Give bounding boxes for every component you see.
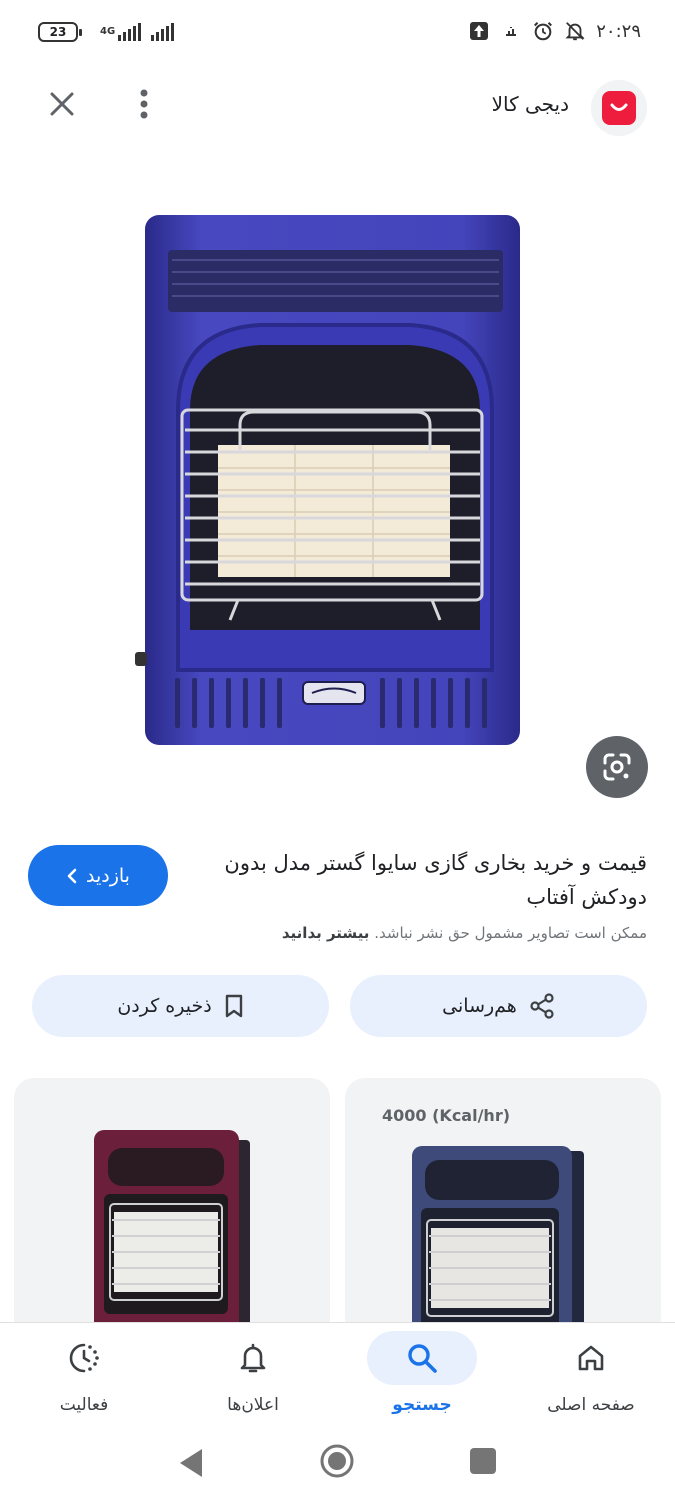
home-icon <box>578 1345 604 1371</box>
app-notification-icon <box>500 20 522 42</box>
network-type: 4G <box>100 26 116 37</box>
bottom-navigation: صفحه اصلی جستجو اعلان‌ها <box>0 1322 675 1434</box>
result-title[interactable]: قیمت و خرید بخاری گازی سایوا گستر مدل بد… <box>217 846 647 914</box>
share-icon <box>530 993 554 1019</box>
nav-activity-label: فعالیت <box>59 1395 109 1415</box>
more-vert-icon <box>140 89 148 119</box>
header: دیجی کالا <box>0 70 675 140</box>
status-bar: 23 4G ۲۰:۲۹ <box>0 0 675 70</box>
save-button[interactable]: ذخیره کردن <box>32 975 329 1037</box>
bell-icon <box>240 1343 266 1373</box>
nav-notifications[interactable]: اعلان‌ها <box>169 1323 337 1435</box>
signal-icon <box>118 23 142 41</box>
share-button[interactable]: هم‌رسانی <box>350 975 647 1037</box>
bookmark-icon <box>225 994 242 1018</box>
back-icon[interactable] <box>176 1446 206 1480</box>
share-label: هم‌رسانی <box>442 995 517 1017</box>
recents-icon[interactable] <box>470 1448 496 1474</box>
product-image[interactable] <box>130 200 540 760</box>
nav-notifications-label: اعلان‌ها <box>227 1395 279 1415</box>
google-lens-icon <box>603 753 631 781</box>
battery-indicator: 23 <box>38 22 82 42</box>
nav-search-label: جستجو <box>392 1395 452 1415</box>
related-image-card[interactable]: 4000 (Kcal/hr) <box>345 1078 661 1338</box>
related-caption: 4000 (Kcal/hr) <box>382 1106 511 1125</box>
nav-activity[interactable]: فعالیت <box>0 1323 168 1435</box>
learn-more-link[interactable]: بیشتر بدانید <box>282 924 370 942</box>
upload-icon <box>468 20 490 42</box>
close-button[interactable] <box>42 84 82 124</box>
clock: ۲۰:۲۹ <box>596 20 641 42</box>
visit-label: بازدید <box>86 864 130 887</box>
more-options-button[interactable] <box>124 84 164 124</box>
site-logo[interactable] <box>591 80 647 136</box>
signal-2-icon <box>151 23 175 41</box>
visit-button[interactable]: بازدید <box>28 845 168 906</box>
system-navigation <box>0 1434 675 1500</box>
bell-off-icon <box>564 20 586 42</box>
nav-home[interactable]: صفحه اصلی <box>507 1323 675 1435</box>
chevron-left-icon <box>67 868 77 883</box>
search-icon <box>408 1344 437 1373</box>
lens-button[interactable] <box>586 736 648 798</box>
save-label: ذخیره کردن <box>117 995 212 1017</box>
disclaimer-text: ممکن است تصاویر مشمول حق نشر نباشد. <box>374 924 647 942</box>
alarm-icon <box>532 20 554 42</box>
digikala-logo <box>602 91 636 125</box>
related-image-card[interactable] <box>14 1078 330 1338</box>
site-name[interactable]: دیجی کالا <box>492 92 569 116</box>
close-icon <box>50 92 74 116</box>
activity-icon <box>69 1343 99 1373</box>
nav-home-label: صفحه اصلی <box>547 1395 635 1415</box>
home-circle-icon[interactable] <box>319 1443 355 1479</box>
nav-search[interactable]: جستجو <box>338 1323 506 1435</box>
copyright-disclaimer: ممکن است تصاویر مشمول حق نشر نباشد. بیشت… <box>282 924 647 942</box>
